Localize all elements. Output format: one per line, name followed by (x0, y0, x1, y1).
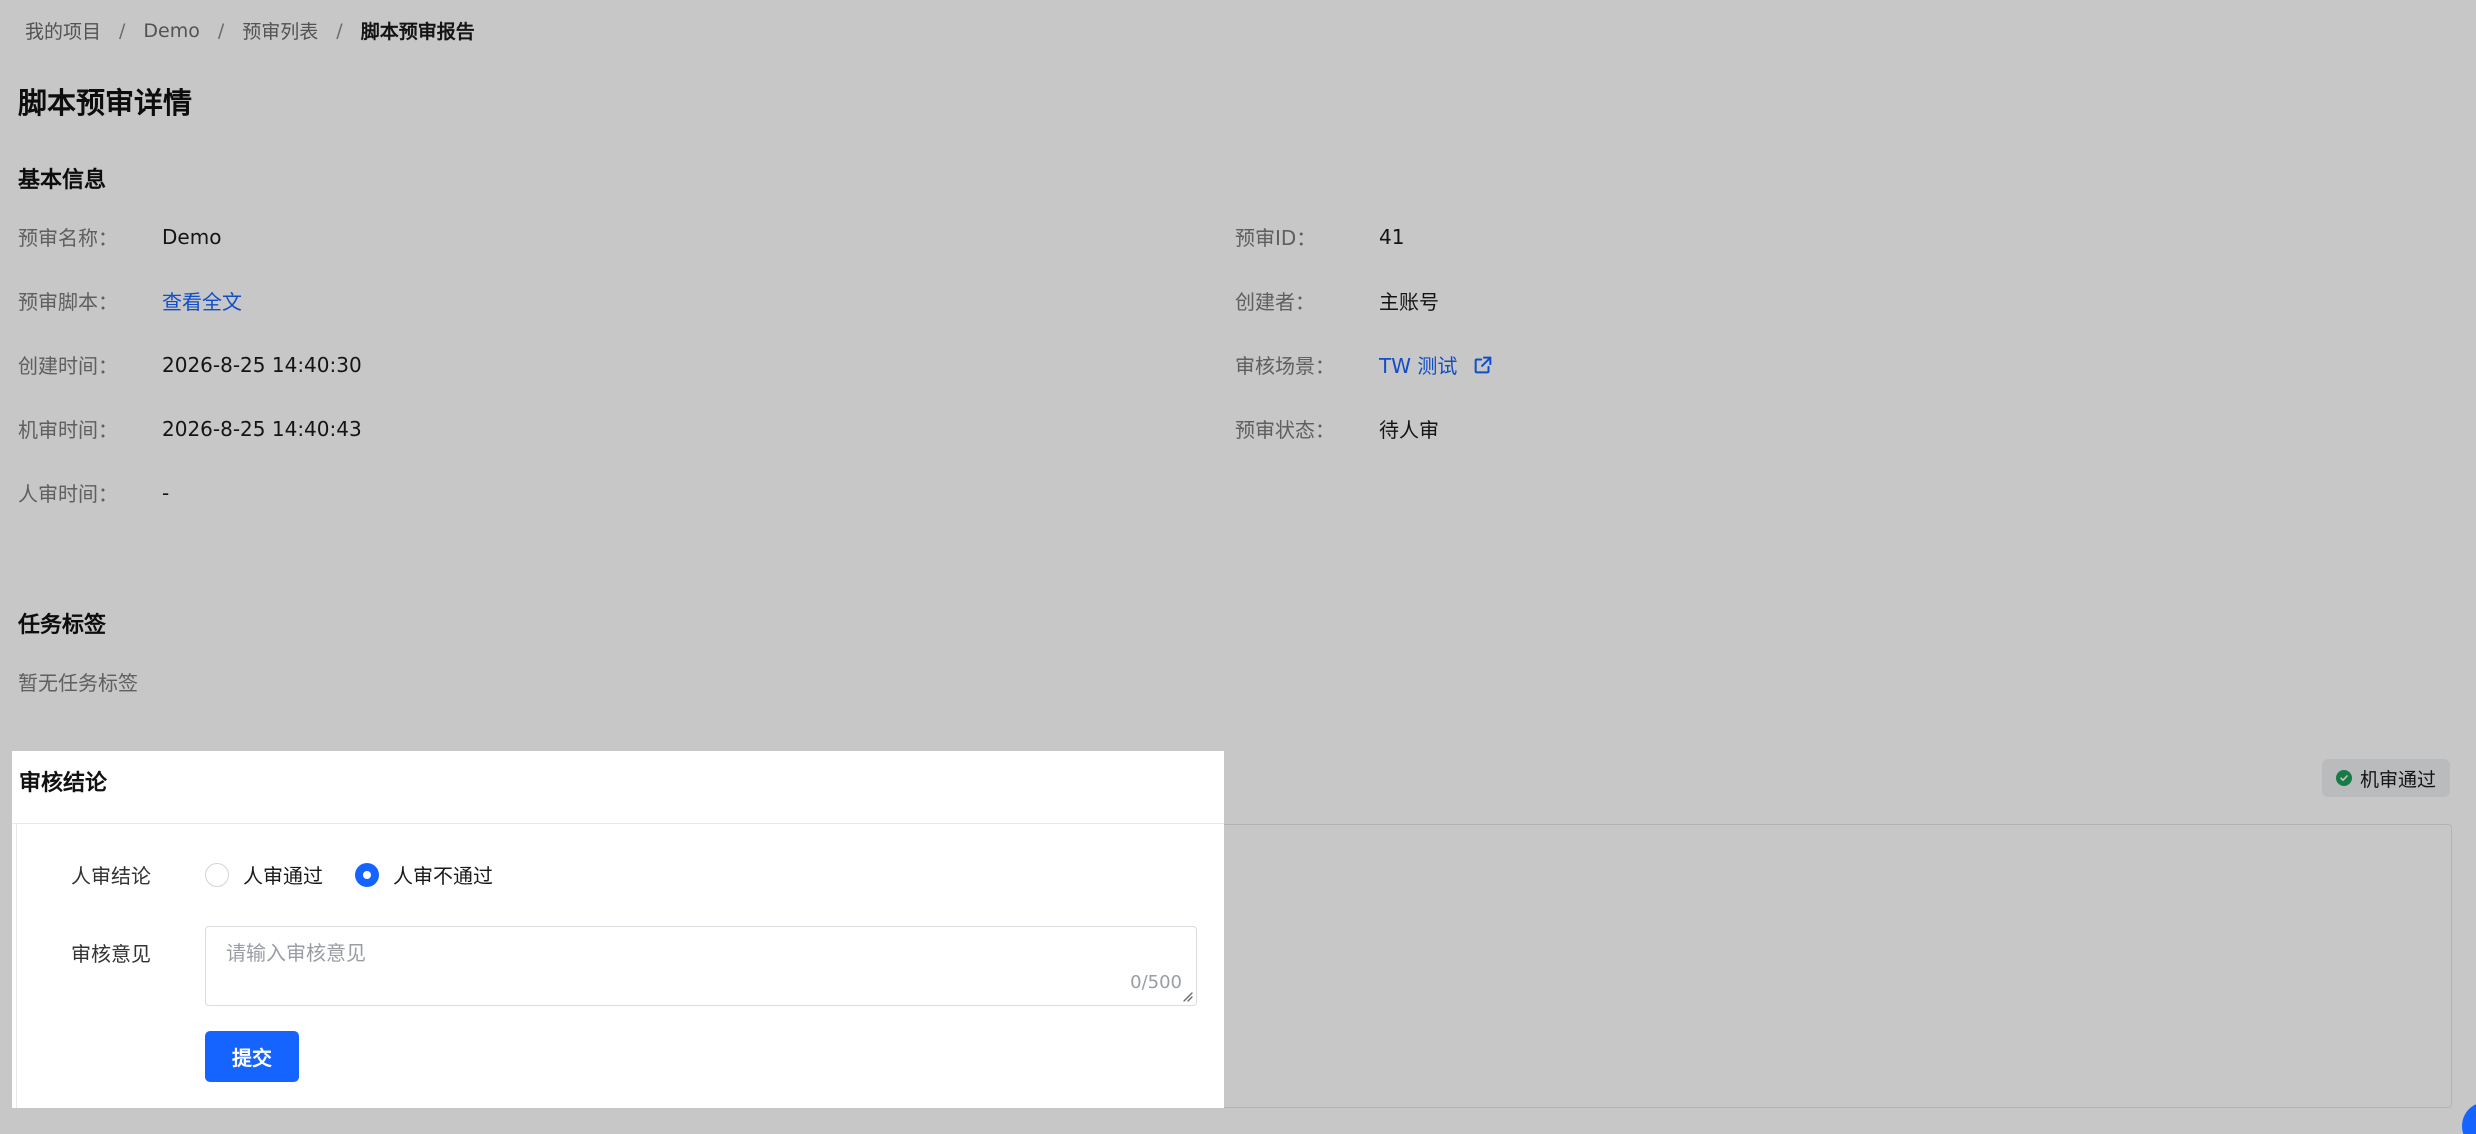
resize-handle-icon[interactable] (1181, 990, 1193, 1002)
page: 我的项目 / Demo / 预审列表 / 脚本预审报告 脚本预审详情 基本信息 … (0, 0, 2476, 1134)
divider (16, 823, 17, 1108)
human-conclusion-label: 人审结论 (71, 864, 151, 888)
radio-circle[interactable] (205, 862, 229, 887)
radio-human-pass[interactable]: 人审通过 (205, 860, 323, 889)
radio-human-reject[interactable]: 人审不通过 (355, 860, 493, 889)
divider (12, 823, 1224, 824)
radio-circle-checked[interactable] (355, 862, 379, 887)
conclusion-title: 审核结论 (19, 771, 108, 796)
radio-label[interactable]: 人审通过 (243, 860, 323, 889)
opinion-textarea[interactable] (206, 927, 1196, 1005)
human-conclusion-radio-group: 人审通过 人审不通过 (205, 860, 525, 889)
conclusion-spotlight-panel: 审核结论 人审结论 人审通过 人审不通过 审核意见 0/500 提交 (12, 751, 1224, 1108)
opinion-label: 审核意见 (71, 942, 151, 966)
submit-button[interactable]: 提交 (205, 1031, 299, 1082)
radio-label[interactable]: 人审不通过 (393, 860, 493, 889)
opinion-textarea-wrapper: 0/500 (205, 926, 1197, 1006)
char-counter: 0/500 (1130, 972, 1182, 993)
